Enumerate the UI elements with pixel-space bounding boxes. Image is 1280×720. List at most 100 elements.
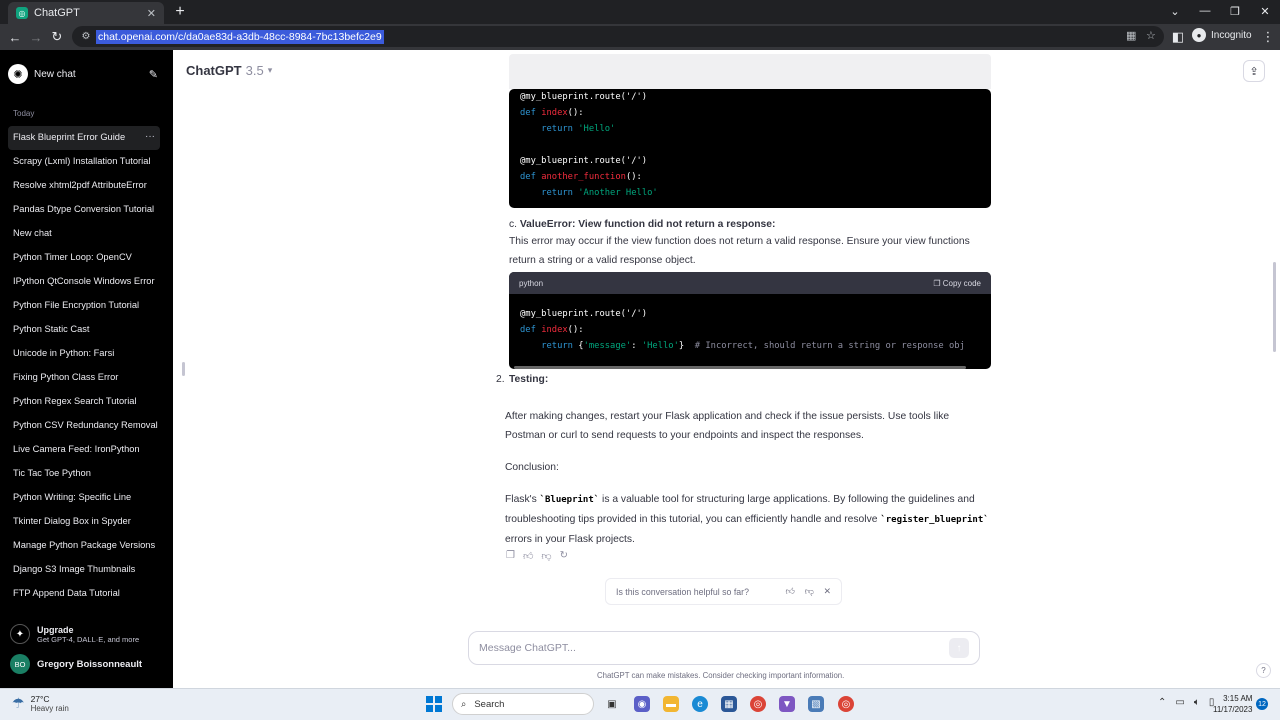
- chat-item[interactable]: Tic Tac Toe Python: [8, 462, 160, 486]
- share-button[interactable]: ⇪: [1243, 60, 1265, 82]
- code-keyword: def: [520, 325, 536, 335]
- main-panel: ChatGPT 3.5 ▾ ⇪ @my_blueprint.route('/')…: [173, 50, 1280, 688]
- chat-item[interactable]: New chat: [8, 222, 160, 246]
- chat-item[interactable]: Python CSV Redundancy Removal: [8, 414, 160, 438]
- openai-logo-icon: ✺: [8, 64, 28, 84]
- chat-item[interactable]: Python File Encryption Tutorial: [8, 294, 160, 318]
- chat-item[interactable]: Fixing Python Class Error: [8, 366, 160, 390]
- code-function: index: [541, 108, 568, 118]
- model-selector[interactable]: ChatGPT 3.5 ▾: [186, 63, 272, 78]
- windows-start-icon[interactable]: [426, 696, 442, 712]
- chat-item[interactable]: Python Writing: Specific Line: [8, 486, 160, 510]
- code-string: 'Another Hello': [578, 188, 658, 198]
- address-bar[interactable]: ⚙ chat.openai.com/c/da0ae83d-a3db-48cc-8…: [72, 26, 1164, 47]
- network-icon[interactable]: ▭: [1175, 697, 1184, 708]
- copy-code-button[interactable]: ❐ Copy code: [933, 279, 981, 288]
- chrome-incognito-icon[interactable]: ◎: [838, 696, 854, 712]
- bookmark-star-icon[interactable]: ☆: [1146, 29, 1156, 42]
- browser-more-icon[interactable]: ⋮: [1258, 27, 1278, 47]
- weather-widget[interactable]: ☂ 27°C Heavy rain: [12, 694, 69, 713]
- browser-tab[interactable]: ◎ ChatGPT ✕: [8, 2, 164, 24]
- user-name: Gregory Boissonneault: [37, 658, 143, 670]
- app-icon[interactable]: ▧: [808, 696, 824, 712]
- chat-item[interactable]: FTP Append Data Tutorial: [8, 582, 160, 606]
- browser-menu-icon[interactable]: ⌄: [1160, 2, 1190, 20]
- message-input[interactable]: Message ChatGPT... ↑: [468, 631, 980, 665]
- page-scrollbar[interactable]: [1273, 262, 1276, 352]
- code-function: index: [541, 325, 568, 335]
- more-options-icon[interactable]: ···: [145, 126, 155, 148]
- chat-item[interactable]: Manage Python Package Versions: [8, 534, 160, 558]
- task-view-icon[interactable]: ▣: [604, 696, 620, 712]
- forward-icon[interactable]: →: [26, 27, 46, 47]
- thumbs-up-icon[interactable]: 👍︎: [523, 550, 533, 562]
- time: 3:15 AM: [1223, 694, 1253, 703]
- chat-item[interactable]: Tkinter Dialog Box in Spyder: [8, 510, 160, 534]
- chat-item[interactable]: IPython QtConsole Windows Error: [8, 270, 160, 294]
- code-keyword: return: [541, 341, 573, 351]
- chevron-down-icon: ▾: [267, 65, 273, 75]
- user-menu[interactable]: BO Gregory Boissonneault: [10, 654, 142, 674]
- regenerate-icon[interactable]: ↻: [560, 550, 568, 562]
- side-panel-icon[interactable]: ◧: [1168, 27, 1188, 47]
- send-button[interactable]: ↑: [949, 638, 969, 658]
- weather-condition: Heavy rain: [30, 704, 69, 713]
- chat-item[interactable]: Python Regex Search Tutorial: [8, 390, 160, 414]
- volume-icon[interactable]: 🔈︎: [1194, 697, 1200, 708]
- close-window-icon[interactable]: ✕: [1250, 2, 1280, 20]
- new-chat-label: New chat: [34, 68, 76, 80]
- code-block: python ❐ Copy code @my_blueprint.route('…: [509, 272, 991, 369]
- upgrade-button[interactable]: ✦ Upgrade Get GPT-4, DALL·E, and more: [10, 624, 139, 644]
- help-button[interactable]: ?: [1256, 663, 1271, 678]
- error-title: ValueError: View function did not return…: [519, 219, 776, 230]
- app-icon[interactable]: ▼: [779, 696, 795, 712]
- thumbs-down-icon[interactable]: 👎︎: [805, 586, 814, 597]
- chrome-icon[interactable]: ◎: [750, 696, 766, 712]
- chat-item[interactable]: Live Camera Feed: IronPython: [8, 438, 160, 462]
- teams-icon[interactable]: ◉: [634, 696, 650, 712]
- close-icon[interactable]: ✕: [824, 586, 831, 597]
- upgrade-title: Upgrade: [37, 624, 74, 635]
- chat-history-list: Flask Blueprint Error Guide ··· Scrapy (L…: [8, 126, 160, 606]
- minimize-icon[interactable]: —: [1190, 2, 1220, 20]
- sparkle-icon: ✦: [10, 624, 30, 644]
- store-icon[interactable]: ▦: [721, 696, 737, 712]
- conclusion-label: Conclusion:: [505, 462, 559, 473]
- edit-icon[interactable]: ✎: [149, 68, 158, 81]
- message-placeholder[interactable]: Message ChatGPT...: [479, 642, 949, 654]
- thumbs-down-icon[interactable]: 👎︎: [541, 550, 551, 562]
- incognito-indicator[interactable]: ● Incognito: [1192, 28, 1252, 42]
- chat-item[interactable]: Django S3 Image Thumbnails: [8, 558, 160, 582]
- code-string: 'Hello': [641, 341, 679, 351]
- reload-icon[interactable]: ↻: [47, 27, 67, 47]
- text-span: Flask's: [505, 494, 540, 505]
- back-icon[interactable]: ←: [5, 27, 25, 47]
- chat-item[interactable]: Python Timer Loop: OpenCV: [8, 246, 160, 270]
- code-scrollbar[interactable]: [514, 366, 966, 369]
- chevron-up-icon[interactable]: ⌃: [1158, 697, 1166, 708]
- edge-icon[interactable]: e: [692, 696, 708, 712]
- inline-code: `Blueprint`: [539, 495, 600, 505]
- chat-item[interactable]: Scrapy (Lxml) Installation Tutorial: [8, 150, 160, 174]
- chat-item[interactable]: Pandas Dtype Conversion Tutorial: [8, 198, 160, 222]
- file-explorer-icon[interactable]: ▬: [663, 696, 679, 712]
- qr-code-icon[interactable]: ▦: [1126, 29, 1136, 42]
- notification-badge[interactable]: 12: [1256, 698, 1268, 710]
- chat-item[interactable]: Resolve xhtml2pdf AttributeError: [8, 174, 160, 198]
- new-chat-button[interactable]: ✺ New chat ✎: [8, 62, 158, 86]
- chat-item[interactable]: Unicode in Python: Farsi: [8, 342, 160, 366]
- chat-item[interactable]: Python Static Cast: [8, 318, 160, 342]
- taskbar-search[interactable]: ⌕ Search: [452, 693, 594, 715]
- thumbs-up-icon[interactable]: 👍︎: [785, 586, 794, 597]
- clock[interactable]: 3:15 AM 11/17/2023: [1213, 693, 1252, 715]
- url-text[interactable]: chat.openai.com/c/da0ae83d-a3db-48cc-898…: [96, 29, 384, 44]
- close-tab-icon[interactable]: ✕: [147, 7, 156, 20]
- sidebar-toggle-handle[interactable]: [182, 362, 185, 376]
- code-keyword: def: [520, 108, 536, 118]
- copy-icon[interactable]: ❐: [506, 550, 515, 562]
- incognito-icon: ●: [1192, 28, 1206, 42]
- restore-icon[interactable]: ❐: [1220, 2, 1250, 20]
- site-info-icon[interactable]: ⚙: [78, 31, 94, 42]
- new-tab-button[interactable]: +: [170, 2, 190, 22]
- chat-item-active[interactable]: Flask Blueprint Error Guide ···: [8, 126, 160, 150]
